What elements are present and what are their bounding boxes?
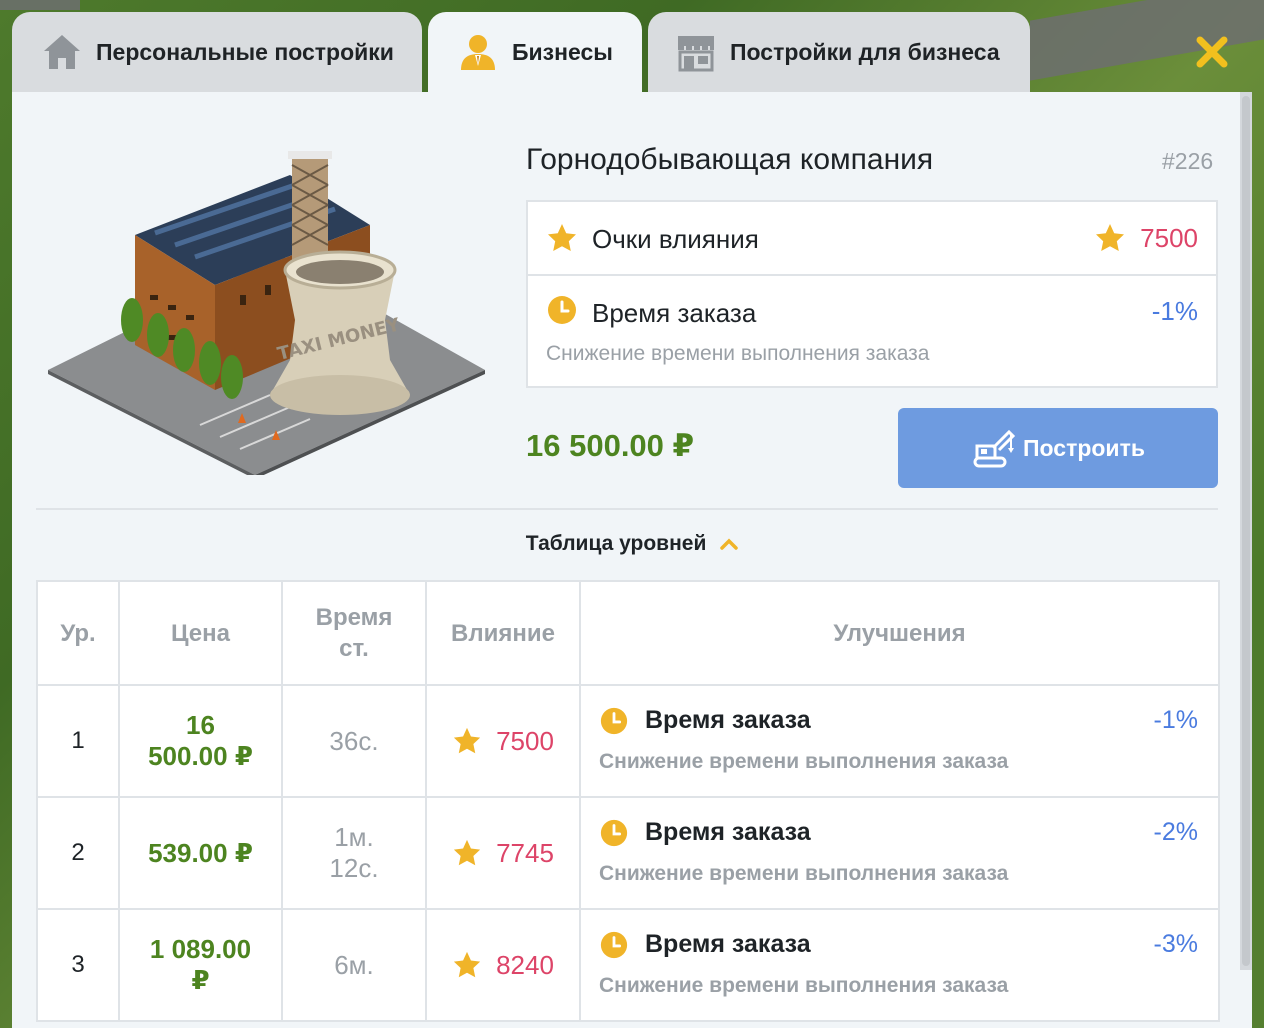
- star-icon: [453, 839, 481, 866]
- improvement-value: -3%: [1153, 930, 1198, 958]
- levels-table-toggle-label: Таблица уровней: [525, 532, 707, 555]
- level-cell: 2: [36, 796, 120, 910]
- scrollbar-thumb[interactable]: [1242, 96, 1250, 966]
- influence-points-value: 7500: [1094, 222, 1198, 254]
- tab-personal-buildings[interactable]: Персональные постройки: [12, 12, 422, 92]
- business-id: #226: [1162, 148, 1214, 174]
- influence-value: 7500: [496, 725, 554, 756]
- improvement-value: -2%: [1153, 818, 1198, 846]
- clock-icon: [600, 819, 628, 847]
- influence-points-label: Очки влияния: [592, 224, 759, 254]
- price-cell: 539.00 ₽: [118, 796, 283, 910]
- build-time-line1: 1м.: [334, 822, 374, 852]
- header-build-time-line1: Время: [315, 604, 393, 631]
- tab-label: Бизнесы: [512, 38, 613, 65]
- close-button[interactable]: [1192, 32, 1232, 72]
- mining-company-building-image: TAXI MONEY: [48, 151, 485, 475]
- star-icon: [1096, 224, 1125, 251]
- table-row: 1 16 500.00 ₽ 36с. 7500 Время заказа -1%…: [36, 684, 1220, 798]
- influence-value: 7745: [496, 837, 554, 868]
- clock-icon: [548, 296, 576, 324]
- header-influence: Влияние: [425, 580, 581, 686]
- tab-label: Персональные постройки: [96, 38, 394, 65]
- chevron-up-icon: [720, 532, 738, 556]
- business-title: Горнодобывающая компания: [526, 143, 934, 176]
- influence-cell: 7500: [425, 684, 581, 798]
- order-time-description: Снижение времени выполнения заказа: [546, 342, 930, 365]
- star-icon: [453, 727, 481, 754]
- improvement-value: -1%: [1153, 706, 1198, 734]
- order-time-value: -1%: [1151, 296, 1198, 326]
- improvement-title: Время заказа: [645, 930, 811, 958]
- order-time-row: Время заказа -1% Снижение времени выполн…: [528, 276, 1216, 388]
- influence-cell: 8240: [425, 908, 581, 1022]
- order-time-label: Время заказа: [592, 298, 757, 328]
- build-time-cell: 6м.: [281, 908, 427, 1022]
- clock-icon: [600, 707, 628, 735]
- clock-icon: [600, 931, 628, 959]
- build-time-cell: 1м. 12с.: [281, 796, 427, 910]
- tab-label: Постройки для бизнеса: [730, 38, 1000, 65]
- header-level: Ур.: [36, 580, 120, 686]
- build-button-label: Построить: [1023, 434, 1145, 461]
- levels-table: Ур. Цена Время ст. Влияние Улучшения 1 1…: [36, 580, 1220, 1022]
- improvement-title: Время заказа: [645, 818, 811, 846]
- table-row: 2 539.00 ₽ 1м. 12с. 7745 Время заказа -2…: [36, 796, 1220, 910]
- price-line2: ₽: [191, 965, 210, 995]
- business-info-box: Очки влияния 7500 Время заказа -1% Сниже…: [526, 200, 1218, 388]
- close-icon: [1196, 36, 1228, 68]
- section-divider: [36, 508, 1218, 510]
- improvement-description: Снижение времени выполнения заказа: [599, 862, 1009, 885]
- influence-wrap: 8240: [427, 950, 579, 981]
- level-cell: 1: [36, 684, 120, 798]
- influence-value: 8240: [496, 949, 554, 980]
- price-line1: 539.00 ₽: [148, 837, 253, 868]
- house-icon: [42, 32, 82, 72]
- build-time-line2: 12с.: [329, 853, 379, 883]
- businessman-icon: [458, 32, 498, 72]
- influence-wrap: 7500: [427, 726, 579, 757]
- price-line1: 1 089.00: [149, 934, 252, 964]
- star-icon: [548, 224, 576, 251]
- shop-icon: [676, 32, 716, 72]
- build-time-line1: 6м.: [334, 949, 374, 980]
- improvement-description: Снижение времени выполнения заказа: [599, 750, 1009, 773]
- header-build-time-line2: ст.: [339, 635, 369, 662]
- influence-wrap: 7745: [427, 838, 579, 869]
- improvement-cell: Время заказа -3% Снижение времени выполн…: [579, 908, 1220, 1022]
- star-icon: [453, 951, 481, 978]
- background-road: [0, 0, 80, 10]
- business-price: 16 500.00 ₽: [526, 428, 695, 463]
- levels-table-header: Ур. Цена Время ст. Влияние Улучшения: [36, 580, 1220, 686]
- improvement-cell: Время заказа -2% Снижение времени выполн…: [579, 796, 1220, 910]
- level-cell: 3: [36, 908, 120, 1022]
- price-line1: 16: [186, 710, 215, 740]
- header-improvements: Улучшения: [579, 580, 1220, 686]
- tab-business-buildings[interactable]: Постройки для бизнеса: [648, 12, 1030, 92]
- levels-table-toggle[interactable]: Таблица уровней: [0, 532, 1264, 556]
- influence-cell: 7745: [425, 796, 581, 910]
- influence-points-row: Очки влияния 7500: [528, 202, 1216, 276]
- influence-points-number: 7500: [1140, 222, 1198, 253]
- header-build-time: Время ст.: [281, 580, 427, 686]
- price-cell: 1 089.00 ₽: [118, 908, 283, 1022]
- header-price: Цена: [118, 580, 283, 686]
- price-cell: 16 500.00 ₽: [118, 684, 283, 798]
- table-row: 3 1 089.00 ₽ 6м. 8240 Время заказа -3% С…: [36, 908, 1220, 1022]
- improvement-title: Время заказа: [645, 706, 811, 734]
- tab-businesses[interactable]: Бизнесы: [428, 12, 642, 92]
- crane-icon: [973, 429, 1016, 468]
- build-time-cell: 36с.: [281, 684, 427, 798]
- improvement-description: Снижение времени выполнения заказа: [599, 974, 1009, 997]
- improvement-cell: Время заказа -1% Снижение времени выполн…: [579, 684, 1220, 798]
- build-time-line1: 36с.: [329, 725, 379, 756]
- build-button[interactable]: Построить: [898, 408, 1218, 488]
- price-line2: 500.00 ₽: [148, 741, 253, 771]
